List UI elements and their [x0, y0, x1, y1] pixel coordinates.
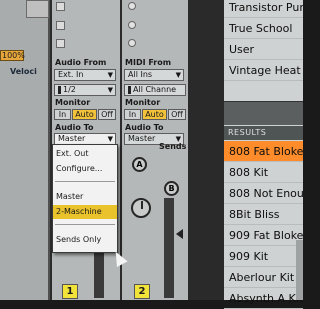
result-item[interactable]: 808 Kit	[224, 162, 303, 183]
monitor-off-button[interactable]: Off	[168, 109, 186, 120]
left-panel	[0, 0, 50, 300]
browser-item[interactable]: User	[224, 39, 303, 60]
track-number-button[interactable]: 2	[134, 284, 150, 299]
left-panel-box	[26, 0, 49, 18]
result-item[interactable]: 808 Not Enoug	[224, 183, 303, 204]
clip-slot-stop-button[interactable]	[56, 2, 65, 11]
browser-scrollbar[interactable]	[296, 240, 303, 300]
audio-to-dropdown-menu: Ext. Out Configure... Master 2-Maschine …	[52, 144, 118, 253]
browser-item[interactable]: True School	[224, 18, 303, 39]
channel-meter-icon	[58, 85, 61, 94]
send-a-label: A	[136, 160, 143, 169]
browser-item[interactable]: Vintage Heat	[224, 60, 303, 81]
volume-fader[interactable]	[164, 198, 174, 298]
audio-to-label: Audio To	[125, 123, 164, 132]
midi-from-select[interactable]: All Ins ▼	[124, 69, 184, 81]
panel-gap	[188, 0, 224, 300]
channel-meter-icon	[128, 85, 131, 94]
audio-from-value: Ext. In	[58, 70, 84, 79]
clip-slot-stop-button[interactable]	[56, 39, 65, 48]
midi-from-label: MIDI From	[125, 58, 172, 67]
input-channel-value: 1/2	[63, 85, 76, 94]
midi-channel-value: All Channe	[133, 85, 177, 94]
chevron-down-icon: ▼	[107, 71, 113, 79]
result-item[interactable]: Absynth A Kit	[224, 288, 303, 309]
browser-separator-bar	[224, 101, 303, 125]
send-a-knob[interactable]: A	[132, 157, 147, 172]
clip-record-button[interactable]	[128, 39, 136, 47]
result-item[interactable]: 808 Fat Bloke K	[224, 141, 303, 162]
send-b-knob[interactable]: B	[164, 181, 179, 196]
chevron-down-icon: ▼	[175, 71, 181, 79]
chevron-down-icon: ▼	[107, 135, 113, 143]
clip-record-button[interactable]	[128, 2, 136, 10]
audio-from-label: Audio From	[55, 58, 107, 67]
volume-percent-field[interactable]: 100%	[0, 50, 25, 61]
input-channel-select[interactable]: 1/2 ▼	[54, 84, 116, 96]
sends-label: Sends	[159, 142, 187, 151]
result-item[interactable]: 909 Kit	[224, 246, 303, 267]
monitor-auto-button[interactable]: Auto	[142, 109, 167, 120]
pan-knob[interactable]	[131, 198, 151, 218]
midi-from-value: All Ins	[128, 70, 153, 79]
monitor-off-button[interactable]: Off	[98, 109, 116, 120]
browser-item[interactable]: Transistor Pun	[224, 0, 303, 18]
audio-from-select[interactable]: Ext. In ▼	[54, 69, 116, 81]
results-header: RESULTS	[224, 126, 303, 140]
menu-item-sends-only[interactable]: Sends Only	[53, 233, 117, 247]
monitor-in-button[interactable]: In	[124, 109, 141, 120]
menu-separator	[55, 224, 115, 225]
monitor-label: Monitor	[55, 98, 91, 107]
audio-to-label: Audio To	[55, 123, 94, 132]
midi-channel-select[interactable]: All Channe	[124, 84, 186, 96]
send-b-label: B	[168, 184, 175, 193]
volume-fader-handle-icon[interactable]	[176, 229, 183, 239]
monitor-label: Monitor	[125, 98, 161, 107]
menu-separator	[55, 181, 115, 182]
monitor-auto-button[interactable]: Auto	[72, 109, 97, 120]
clip-record-button[interactable]	[128, 21, 136, 29]
velocity-label: Veloci	[10, 67, 37, 76]
menu-item-configure[interactable]: Configure...	[53, 162, 117, 176]
clip-slot-stop-button[interactable]	[56, 21, 65, 30]
menu-item-master[interactable]: Master	[53, 190, 117, 204]
result-item[interactable]: 909 Fat Bloke K	[224, 225, 303, 246]
audio-to-value: Master	[128, 134, 156, 143]
menu-item-2-maschine[interactable]: 2-Maschine	[53, 205, 117, 219]
chevron-down-icon: ▼	[107, 86, 113, 94]
track-number-button[interactable]: 1	[62, 284, 78, 299]
result-item[interactable]: 8Bit Bliss	[224, 204, 303, 225]
monitor-in-button[interactable]: In	[54, 109, 71, 120]
menu-item-ext-out[interactable]: Ext. Out	[53, 147, 117, 161]
browser-panel: Transistor Pun True School User Vintage …	[224, 0, 303, 309]
result-item[interactable]: Aberlour Kit	[224, 267, 303, 288]
audio-to-value: Master	[58, 134, 86, 143]
